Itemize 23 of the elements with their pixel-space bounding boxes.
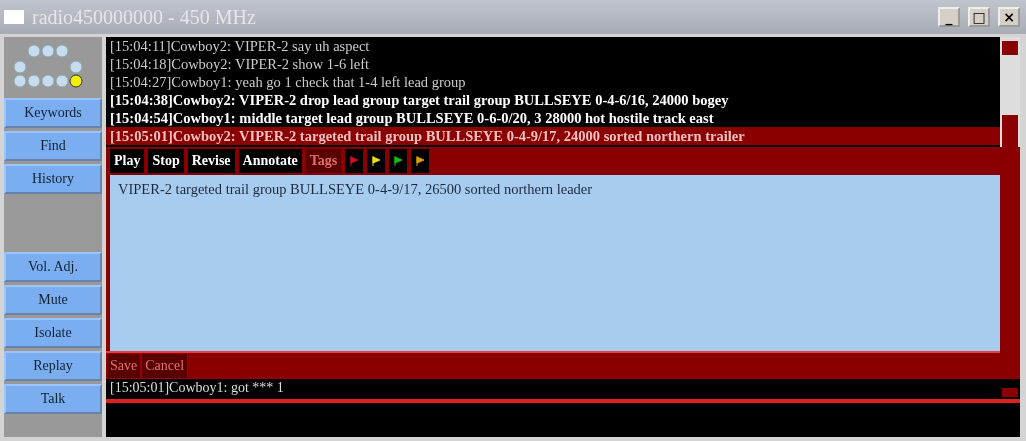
sidebar-button[interactable]: Talk	[4, 384, 102, 414]
revision-field[interactable]: VIPER-2 targeted trail group BULLSEYE 0-4-9/17, 26500 sorted northern leader	[110, 175, 1000, 351]
tag-button[interactable]	[389, 149, 408, 173]
sidebar-button[interactable]: Find	[4, 131, 102, 161]
sidebar-button[interactable]: History	[4, 164, 102, 194]
toolbar-button[interactable]: Stop	[148, 149, 184, 173]
sidebar-button[interactable]: Mute	[4, 285, 102, 315]
toolbar-button[interactable]: Annotate	[238, 149, 302, 173]
toolbar-button[interactable]: Play	[110, 149, 145, 173]
window-control-button[interactable]: □	[968, 7, 990, 27]
sidebar-button[interactable]: Vol. Adj.	[4, 252, 102, 282]
scroll-thumb[interactable]	[1002, 115, 1018, 147]
sidebar-button[interactable]: Keywords	[4, 98, 102, 128]
sidebar-button[interactable]: Isolate	[4, 318, 102, 348]
sidebar-button[interactable]: Replay	[4, 351, 102, 381]
scrollbar[interactable]	[1000, 37, 1020, 147]
window-icon	[4, 10, 24, 24]
tag-button[interactable]	[411, 149, 430, 173]
message-line[interactable]: [15:05:01]Cowboy1: got *** 1	[106, 379, 1000, 397]
tag-button[interactable]	[367, 149, 386, 173]
window-control-button[interactable]: _	[938, 7, 960, 27]
toolbar-button[interactable]: Revise	[187, 149, 235, 173]
window-control-button[interactable]: ×	[998, 7, 1020, 27]
